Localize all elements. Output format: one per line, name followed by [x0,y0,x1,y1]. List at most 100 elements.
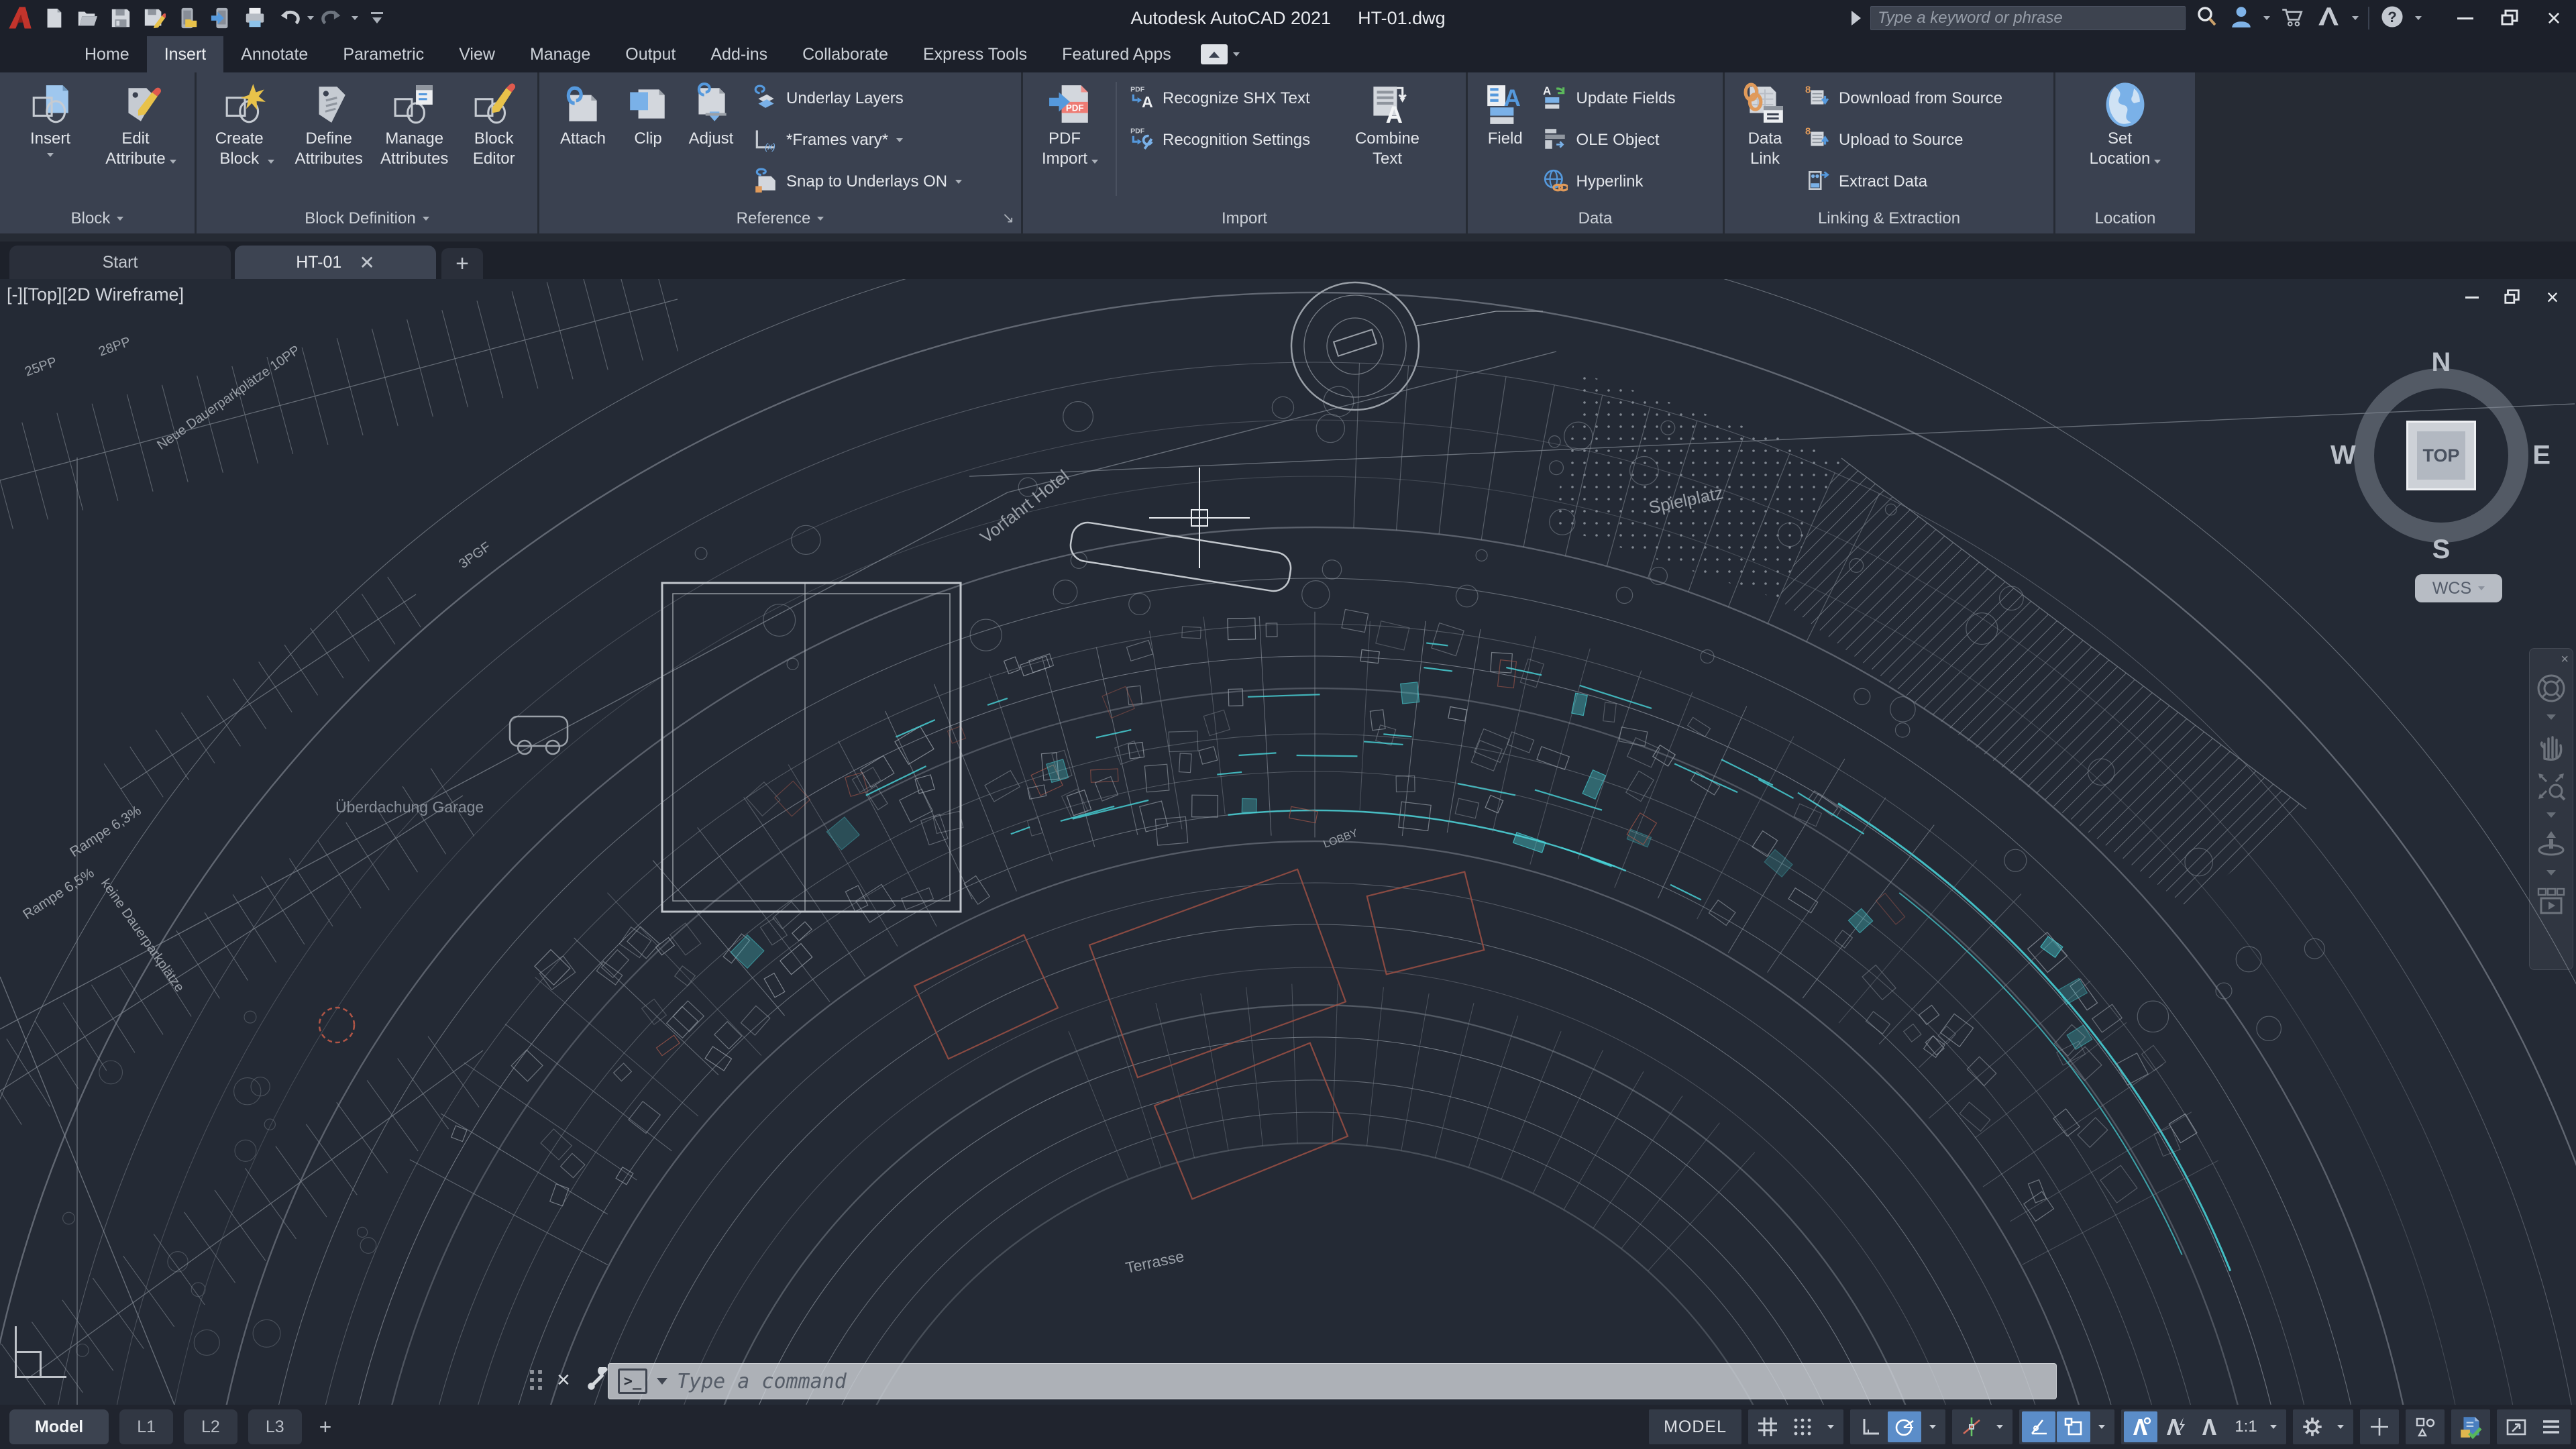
viewcube-south[interactable]: S [2432,535,2451,565]
workspace-switching-gear-icon[interactable] [2296,1411,2329,1442]
hyperlink-button[interactable]: Hyperlink [1536,161,1716,203]
annotation-visibility-toggle[interactable] [2124,1411,2157,1442]
viewcube-east[interactable]: E [2532,441,2551,471]
combine-text-button[interactable]: A Combine Text [1344,76,1431,169]
manage-attributes-button[interactable]: Manage Attributes [372,76,457,169]
recognition-settings-button[interactable]: PDF Recognition Settings [1122,119,1344,161]
reference-dialog-launcher-icon[interactable]: ↘ [1002,209,1014,227]
tab-featured-apps[interactable]: Featured Apps [1044,36,1189,72]
panel-label-linking-extraction[interactable]: Linking & Extraction [1725,204,2053,233]
search-expand-arrow-icon[interactable] [1851,11,1861,25]
command-input[interactable] [677,1369,2047,1393]
customization-menu-icon[interactable] [2534,1411,2568,1442]
zoom-caret-icon[interactable] [2541,811,2561,819]
command-customize-wrench-icon[interactable] [585,1367,610,1393]
extract-data-button[interactable]: Extract Data [1799,161,2040,203]
define-attributes-button[interactable]: Define Attributes [286,76,372,169]
object-snap-tracking-toggle[interactable] [2022,1411,2055,1442]
tab-collaborate[interactable]: Collaborate [785,36,906,72]
orbit-caret-icon[interactable] [2541,869,2561,877]
attach-button[interactable]: Attach [546,76,620,149]
new-drawing-tab-button[interactable]: + [441,248,483,279]
viewcube-top-face[interactable]: TOP [2406,421,2476,490]
set-location-button[interactable]: Set Location [2075,76,2176,169]
viewcube-north[interactable]: N [2432,347,2451,378]
tab-home[interactable]: Home [67,36,147,72]
tab-express-tools[interactable]: Express Tools [906,36,1044,72]
ribbon-minimize-caret[interactable] [1232,52,1240,56]
help-icon[interactable]: ? [2379,3,2406,34]
sign-in-user-icon[interactable] [2229,4,2254,33]
autodesk-mark-icon[interactable] [2314,4,2343,33]
help-dropdown-caret[interactable] [2415,16,2422,20]
navbar-close-icon[interactable]: × [2561,653,2569,666]
ole-object-button[interactable]: OLE Object [1536,119,1716,161]
adjust-button[interactable]: Adjust [676,76,746,149]
command-close-icon[interactable]: × [557,1368,570,1391]
ucs-selector[interactable]: WCS [2415,574,2502,602]
command-line[interactable]: >_ [608,1363,2057,1399]
download-from-source-button[interactable]: 8 Download from Source [1799,78,2040,119]
layout-tab-l2[interactable]: L2 [184,1409,237,1444]
search-icon[interactable] [2195,5,2219,32]
workspace-caret[interactable] [2330,1411,2351,1442]
customize-qat-icon[interactable] [362,3,392,33]
navwheel-caret-icon[interactable] [2541,713,2561,721]
autocad-logo-icon[interactable] [5,3,35,33]
save-to-web-mobile-icon[interactable] [207,3,236,33]
panel-label-reference[interactable]: Reference ↘ [539,204,1021,233]
polar-tracking-caret[interactable] [1923,1411,1943,1442]
polar-tracking-toggle[interactable] [1888,1411,1921,1442]
file-tab-close-icon[interactable]: ✕ [359,252,374,274]
showmotion-icon[interactable] [2536,886,2567,917]
ribbon-minimize-icon[interactable] [1200,44,1228,64]
pan-hand-icon[interactable] [2536,731,2566,761]
drawing-canvas[interactable]: Vorfahrt Hotel Spielplatz Überdachung Ga… [0,279,2576,1405]
new-file-icon[interactable] [39,3,68,33]
tab-manage[interactable]: Manage [513,36,608,72]
open-from-web-mobile-icon[interactable] [173,3,203,33]
isolate-objects-toggle[interactable] [2408,1411,2442,1442]
file-tab-ht01[interactable]: HT-01 ✕ [235,246,436,279]
graphics-performance-toggle[interactable] [2454,1411,2487,1442]
clip-button[interactable]: Clip [620,76,676,149]
edit-attribute-button[interactable]: Edit Attribute [94,76,188,169]
layout-tab-model[interactable]: Model [9,1409,109,1444]
app-store-cart-icon[interactable] [2279,4,2305,33]
clean-screen-toggle[interactable] [2500,1411,2533,1442]
block-editor-button[interactable]: Block Editor [457,76,531,169]
redo-icon[interactable] [318,3,347,33]
signin-dropdown-caret[interactable] [2263,16,2270,20]
undo-dropdown-caret[interactable] [307,16,314,20]
tab-output[interactable]: Output [608,36,693,72]
help-search-box[interactable] [1870,6,2186,30]
viewport-restore-icon[interactable] [2501,287,2524,307]
viewport-view-control[interactable]: [Top] [23,284,62,305]
viewcube[interactable]: N W E S TOP [2330,347,2551,564]
annotation-scale-icon[interactable] [2194,1411,2227,1442]
recognize-shx-text-button[interactable]: PDF A Recognize SHX Text [1122,78,1344,119]
orbit-icon[interactable] [2536,828,2567,859]
plot-icon[interactable] [240,3,270,33]
viewport-minimize-icon[interactable] [2461,287,2483,307]
undo-icon[interactable] [274,3,303,33]
tab-add-ins[interactable]: Add-ins [693,36,785,72]
close-button[interactable]: × [2532,0,2576,36]
field-button[interactable]: A Field [1474,76,1536,149]
pdf-import-button[interactable]: PDF PDF Import [1030,76,1110,169]
minimize-button[interactable] [2443,0,2487,36]
upload-to-source-button[interactable]: 8 Upload to Source [1799,119,2040,161]
recent-commands-caret[interactable] [657,1378,667,1385]
insert-block-button[interactable]: Insert [7,76,94,157]
command-bar-grip[interactable]: × [530,1367,610,1393]
viewport-close-icon[interactable]: × [2541,286,2564,308]
annotation-monitor-toggle[interactable] [2363,1411,2396,1442]
layout-tab-l1[interactable]: L1 [119,1409,174,1444]
annotation-autoscale-toggle[interactable] [2159,1411,2192,1442]
ortho-mode-toggle[interactable] [1853,1411,1886,1442]
viewport-visual-style-control[interactable]: [2D Wireframe] [62,284,184,305]
underlay-layers-button[interactable]: Underlay Layers [746,78,1014,119]
navigation-wheel-icon[interactable] [2536,673,2567,704]
panel-label-block[interactable]: Block [0,204,195,233]
open-file-icon[interactable] [72,3,102,33]
